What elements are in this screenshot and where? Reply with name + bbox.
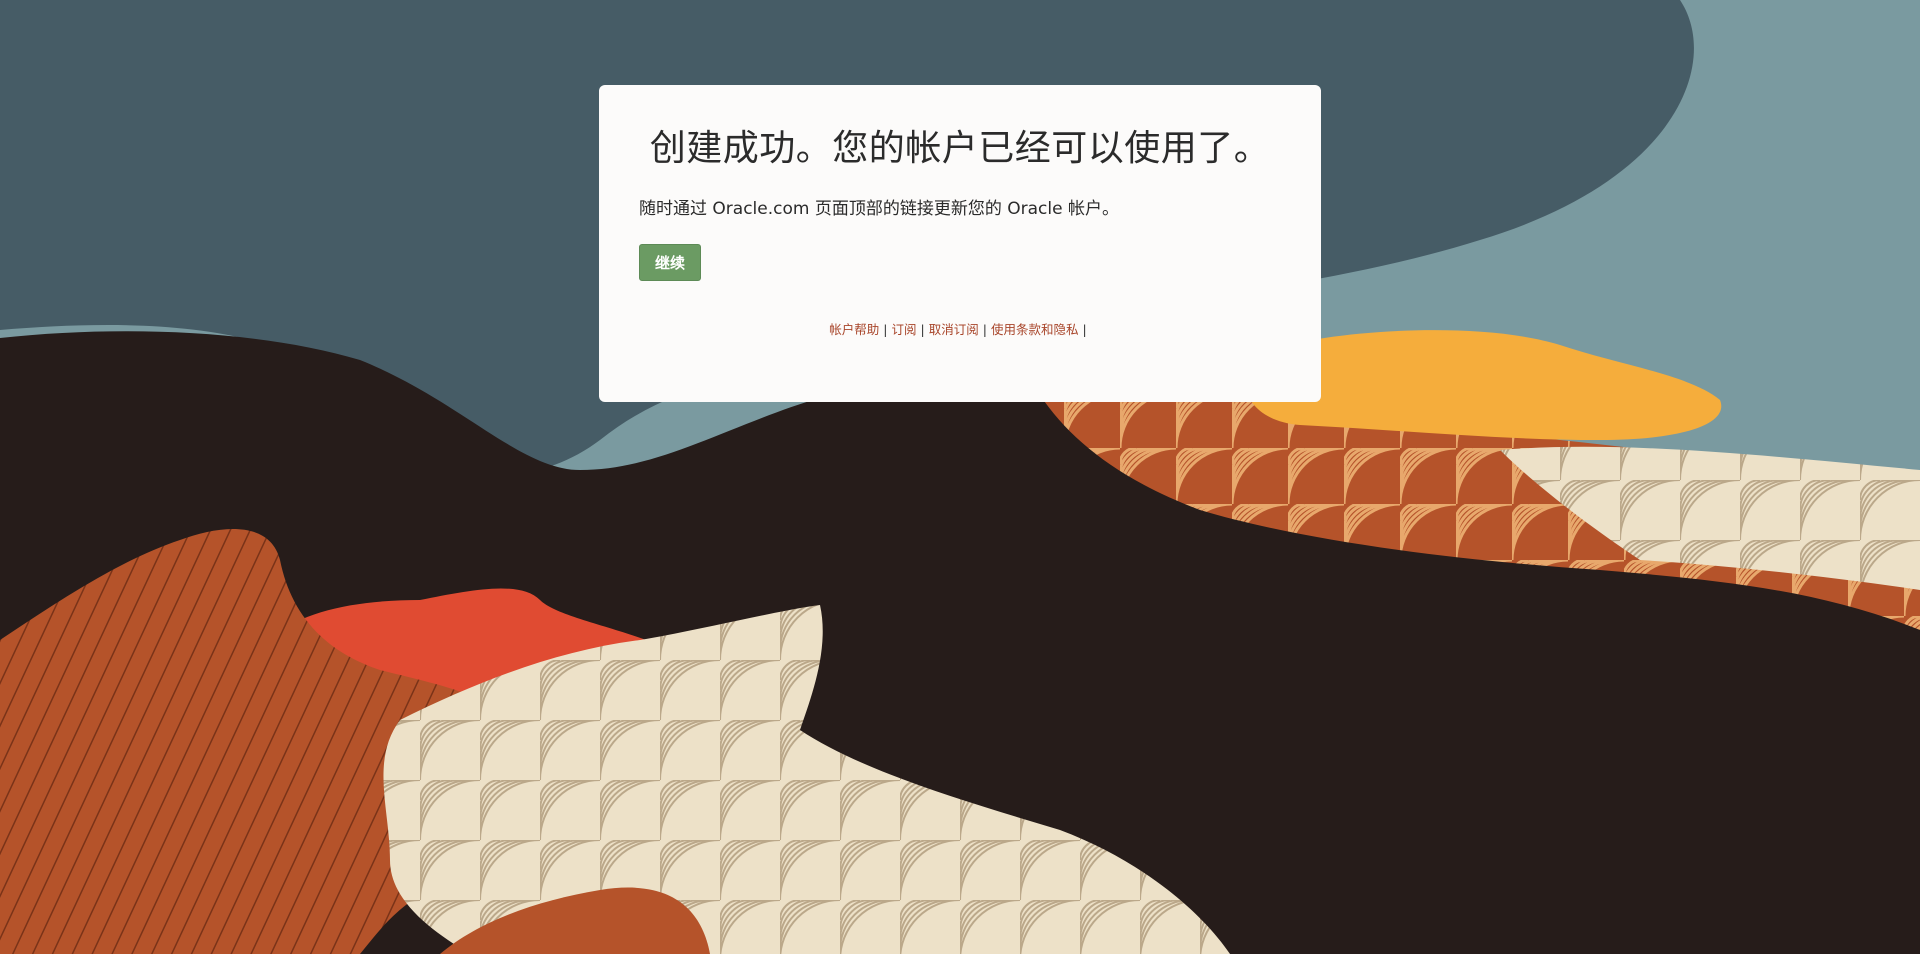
description-text: 随时通过 Oracle.com 页面顶部的链接更新您的 Oracle 帐户。 [639, 199, 1119, 220]
account-help-link[interactable]: 帐户帮助 [829, 322, 879, 337]
subscribe-link[interactable]: 订阅 [892, 322, 917, 337]
footer-separator: | [982, 321, 987, 337]
footer-links: 帐户帮助 | 订阅 | 取消订阅 | 使用条款和隐私 | [639, 319, 1281, 338]
footer-separator: | [1082, 321, 1087, 337]
terms-privacy-link[interactable]: 使用条款和隐私 [991, 322, 1079, 337]
success-card: 创建成功。您的帐户已经可以使用了。 随时通过 Oracle.com 页面顶部的链… [599, 85, 1321, 402]
footer-separator: | [920, 321, 925, 337]
page-title: 创建成功。您的帐户已经可以使用了。 [649, 128, 1271, 169]
footer-separator: | [883, 321, 888, 337]
unsubscribe-link[interactable]: 取消订阅 [929, 322, 979, 337]
continue-button[interactable]: 继续 [639, 243, 702, 281]
